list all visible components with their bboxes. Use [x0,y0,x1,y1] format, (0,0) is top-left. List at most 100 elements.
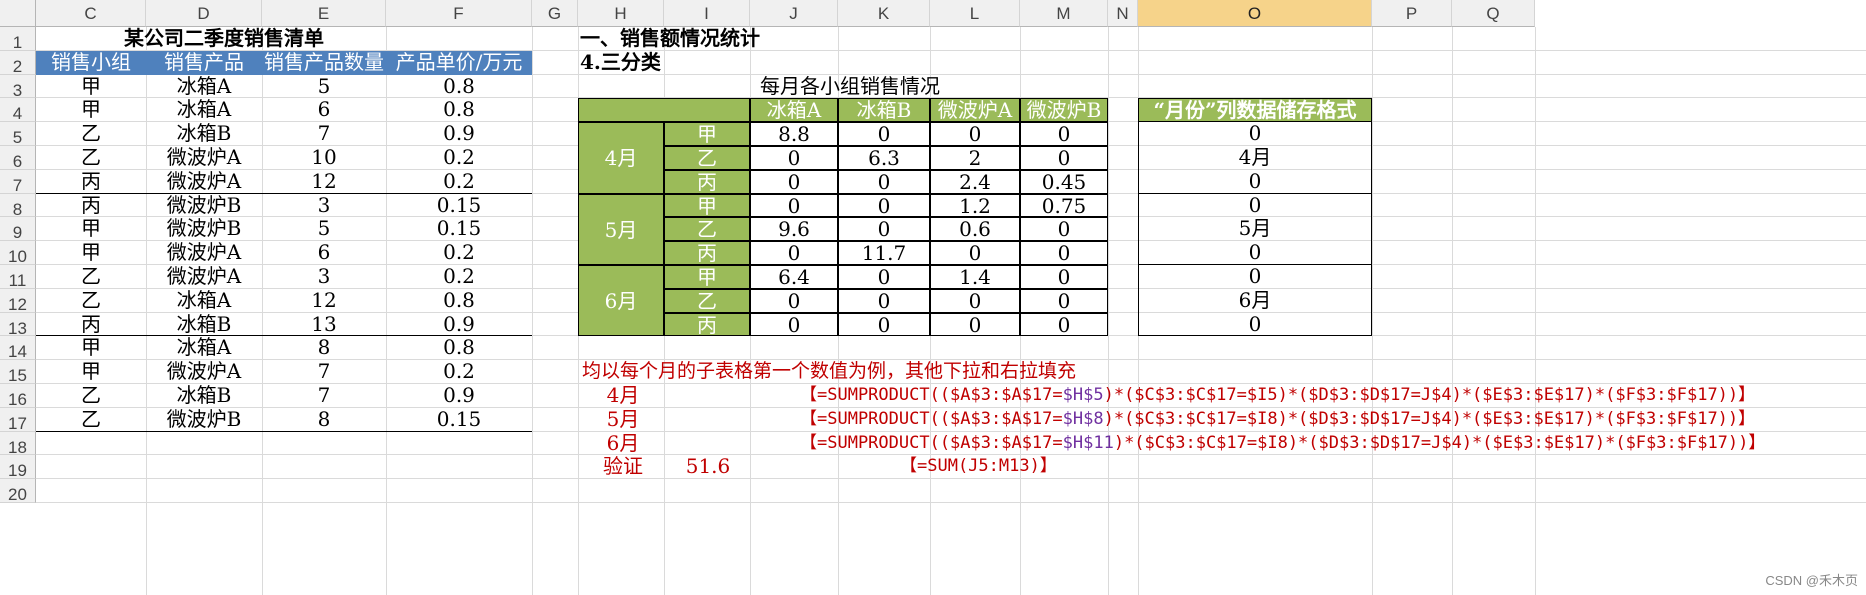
row-header-3[interactable]: 3 [0,74,36,100]
row-header-19[interactable]: 19 [0,455,36,480]
left-table-cell[interactable]: 甲 [36,241,146,265]
sales-value[interactable]: 0 [1020,122,1108,146]
storage-header[interactable]: “月份”列数据储存格式 [1138,98,1372,123]
left-table-cell[interactable]: 8 [262,336,386,360]
matrix-corner[interactable] [578,98,750,123]
left-table-cell[interactable]: 甲 [36,336,146,360]
sales-value[interactable]: 9.6 [750,217,838,242]
left-table-cell[interactable]: 0.15 [386,194,532,218]
left-table-cell[interactable]: 微波炉A [146,265,262,289]
left-table-cell[interactable]: 0.15 [386,217,532,241]
product-header[interactable]: 冰箱A [750,98,838,123]
sales-value[interactable]: 0 [750,241,838,265]
left-table-cell[interactable]: 7 [262,360,386,384]
column-header-K[interactable]: K [838,0,930,27]
column-header-P[interactable]: P [1372,0,1452,27]
sales-value[interactable]: 0 [838,122,930,146]
row-header-18[interactable]: 18 [0,431,36,457]
sales-value[interactable]: 0 [1020,288,1108,313]
left-table-cell[interactable]: 0.2 [386,170,532,194]
sales-value[interactable]: 0 [930,312,1020,337]
left-table-header[interactable]: 销售产品 [146,50,262,75]
row-header-14[interactable]: 14 [0,336,36,361]
left-table-cell[interactable]: 0.8 [386,98,532,122]
sales-value[interactable]: 0 [930,288,1020,313]
sales-value[interactable]: 1.4 [930,265,1020,289]
left-table-cell[interactable]: 5 [262,75,386,99]
verify-formula[interactable]: 【=SUM(J5:M13)】 [900,455,1050,479]
sales-value[interactable]: 0 [930,241,1020,265]
row-header-7[interactable]: 7 [0,169,36,195]
left-table-cell[interactable]: 12 [262,170,386,194]
row-header-13[interactable]: 13 [0,312,36,338]
column-header-M[interactable]: M [1020,0,1108,27]
sales-value[interactable]: 0 [838,217,930,242]
left-table-cell[interactable]: 0.9 [386,384,532,408]
left-table-cell[interactable]: 13 [262,313,386,337]
sales-value[interactable]: 0 [750,169,838,194]
row-header-11[interactable]: 11 [0,265,36,290]
row-header-6[interactable]: 6 [0,146,36,171]
section-title[interactable]: 一、销售额情况统计 [580,27,820,51]
column-header-G[interactable]: G [532,0,578,27]
storage-value[interactable]: 5月 [1138,217,1372,242]
sales-value[interactable]: 1.2 [930,193,1020,218]
storage-value[interactable]: 0 [1138,122,1372,146]
left-table-cell[interactable]: 丙 [36,170,146,194]
sales-value[interactable]: 0 [838,288,930,313]
left-table-cell[interactable]: 3 [262,265,386,289]
left-table-cell[interactable]: 甲 [36,75,146,99]
sales-value[interactable]: 0 [750,312,838,337]
left-table-cell[interactable]: 0.8 [386,75,532,99]
row-header-16[interactable]: 16 [0,384,36,409]
column-header-O[interactable]: O [1138,0,1372,27]
left-table-header[interactable]: 产品单价/万元 [386,50,532,75]
sales-value[interactable]: 0 [838,193,930,218]
left-table-cell[interactable]: 冰箱A [146,98,262,122]
left-table-title[interactable]: 某公司二季度销售清单 [0,27,472,51]
row-header-10[interactable]: 10 [0,241,36,266]
left-table-header[interactable]: 销售产品数量 [262,50,386,75]
storage-value[interactable]: 0 [1138,265,1372,289]
table-caption[interactable]: 每月各小组销售情况 [735,75,965,99]
column-header-E[interactable]: E [262,0,386,27]
column-header-Q[interactable]: Q [1452,0,1535,27]
sales-value[interactable]: 0 [750,193,838,218]
month-label[interactable]: 5月 [578,193,664,265]
sales-value[interactable]: 0 [1020,146,1108,170]
left-table-cell[interactable]: 微波炉B [146,408,262,432]
group-label[interactable]: 甲 [664,193,750,218]
sales-value[interactable]: 6.3 [838,146,930,170]
formula-month-label[interactable]: 6月 [588,432,658,456]
formula-month-label[interactable]: 4月 [588,384,658,408]
left-table-cell[interactable]: 0.15 [386,408,532,432]
formula-text[interactable]: 【=SUMPRODUCT(($A$3:$A$17=$H$11)*($C$3:$C… [800,432,1765,456]
left-table-cell[interactable]: 0.9 [386,122,532,146]
row-header-4[interactable]: 4 [0,98,36,123]
left-table-cell[interactable]: 乙 [36,289,146,313]
left-table-cell[interactable]: 冰箱B [146,122,262,146]
formula-text[interactable]: 【=SUMPRODUCT(($A$3:$A$17=$H$8)*($C$3:$C$… [800,408,1755,432]
sales-value[interactable]: 6.4 [750,265,838,289]
left-table-cell[interactable]: 丙 [36,313,146,337]
left-table-cell[interactable]: 微波炉A [146,170,262,194]
group-label[interactable]: 甲 [664,122,750,146]
storage-value[interactable]: 0 [1138,193,1372,218]
left-table-cell[interactable]: 微波炉B [146,217,262,241]
group-label[interactable]: 乙 [664,288,750,313]
row-header-5[interactable]: 5 [0,122,36,147]
left-table-cell[interactable]: 乙 [36,265,146,289]
left-table-cell[interactable]: 7 [262,384,386,408]
group-label[interactable]: 甲 [664,265,750,289]
product-header[interactable]: 微波炉B [1020,98,1108,123]
storage-value[interactable]: 4月 [1138,146,1372,170]
verify-label[interactable]: 验证 [588,455,658,479]
left-table-cell[interactable]: 甲 [36,217,146,241]
group-label[interactable]: 丙 [664,312,750,337]
left-table-cell[interactable]: 6 [262,98,386,122]
storage-value[interactable]: 0 [1138,169,1372,194]
group-label[interactable]: 丙 [664,169,750,194]
left-table-cell[interactable]: 0.2 [386,360,532,384]
left-table-cell[interactable]: 3 [262,194,386,218]
column-header-F[interactable]: F [386,0,532,27]
